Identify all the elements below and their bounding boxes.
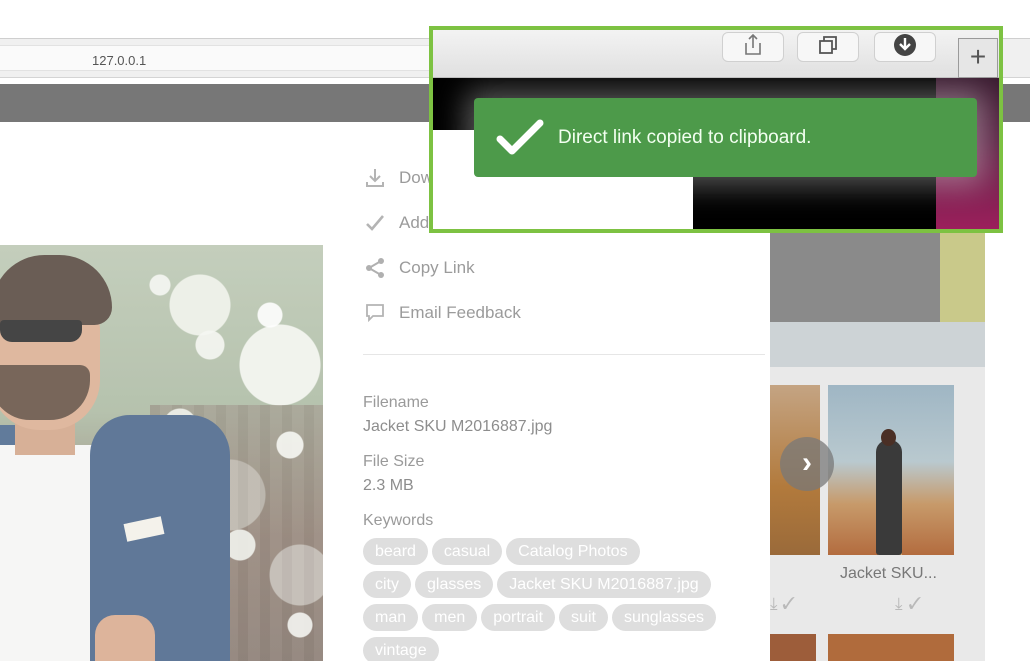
keyword-tag[interactable]: Catalog Photos bbox=[506, 538, 640, 565]
download-icon bbox=[893, 33, 917, 62]
email-feedback-label: Email Feedback bbox=[399, 303, 521, 322]
keyword-tag[interactable]: men bbox=[422, 604, 478, 631]
divider bbox=[363, 354, 765, 355]
photo-veil bbox=[0, 245, 323, 661]
keyword-tag[interactable]: city bbox=[363, 571, 411, 598]
keyword-tag[interactable]: man bbox=[363, 604, 419, 631]
thumb-figure bbox=[876, 440, 902, 555]
tag-row: beard casual Catalog Photos bbox=[363, 538, 763, 565]
keyword-tag[interactable]: Jacket SKU M2016887.jpg bbox=[497, 571, 711, 598]
filesize-label: File Size bbox=[363, 453, 425, 470]
zoom-callout: + Direct link copied to clipboard. bbox=[429, 26, 1003, 233]
gallery-thumbnail[interactable] bbox=[770, 634, 816, 661]
thumbnail-caption: Jacket SKU... bbox=[840, 565, 937, 582]
download-icon bbox=[363, 166, 387, 190]
tag-row: vintage bbox=[363, 637, 763, 661]
checkmark-icon[interactable]: ✓ bbox=[909, 594, 928, 613]
next-arrow-button[interactable]: › bbox=[780, 437, 834, 491]
filesize-value: 2.3 MB bbox=[363, 477, 414, 494]
tabs-button[interactable] bbox=[797, 32, 859, 62]
checkmark-icon[interactable]: ✓ bbox=[782, 594, 795, 613]
keyword-tag[interactable]: suit bbox=[559, 604, 608, 631]
url-text: 127.0.0.1 bbox=[92, 53, 147, 68]
thumb-figure-head bbox=[881, 429, 896, 446]
thumbnail-actions: ⤓ ✓ bbox=[770, 594, 795, 614]
download-icon[interactable]: ⤓ bbox=[895, 594, 909, 613]
keyword-tag[interactable]: vintage bbox=[363, 637, 439, 661]
tag-row: city glasses Jacket SKU M2016887.jpg bbox=[363, 571, 763, 598]
gallery-block bbox=[770, 322, 985, 367]
gallery-thumbnail[interactable] bbox=[828, 634, 954, 661]
keyword-tag[interactable]: portrait bbox=[481, 604, 556, 631]
download-label: Dow bbox=[399, 168, 434, 187]
copy-link-action[interactable]: Copy Link bbox=[363, 255, 475, 281]
clipboard-toast: Direct link copied to clipboard. bbox=[474, 98, 977, 177]
url-field[interactable]: 127.0.0.1 bbox=[0, 45, 440, 71]
page: 127.0.0.1 Jacket SKU... ⤓✓ ⤓ ✓ › Dow Add… bbox=[0, 0, 1030, 661]
add-action[interactable]: Add bbox=[363, 210, 429, 236]
thumbnail-actions: ⤓✓ bbox=[895, 594, 927, 614]
safari-toolbar: + bbox=[433, 30, 999, 78]
share-icon bbox=[363, 256, 387, 280]
toast-message: Direct link copied to clipboard. bbox=[558, 126, 812, 148]
keyword-tag[interactable]: sunglasses bbox=[611, 604, 716, 631]
filename-value: Jacket SKU M2016887.jpg bbox=[363, 418, 553, 435]
keyword-tag[interactable]: beard bbox=[363, 538, 428, 565]
download-icon[interactable]: ⤓ bbox=[770, 594, 778, 613]
share-button[interactable] bbox=[722, 32, 784, 62]
tabs-icon bbox=[818, 35, 838, 60]
keyword-tags: beard casual Catalog Photos city glasses… bbox=[363, 538, 763, 661]
download-action[interactable]: Dow bbox=[363, 165, 433, 191]
checkmark-icon bbox=[363, 211, 387, 235]
email-feedback-action[interactable]: Email Feedback bbox=[363, 300, 521, 326]
checkmark-icon bbox=[496, 119, 552, 157]
gallery-thumbnail[interactable] bbox=[828, 385, 954, 555]
share-icon bbox=[743, 33, 763, 61]
tag-row: man men portrait suit sunglasses bbox=[363, 604, 763, 631]
main-photo bbox=[0, 245, 323, 661]
chevron-right-icon: › bbox=[802, 446, 812, 479]
keyword-tag[interactable]: glasses bbox=[415, 571, 494, 598]
filename-label: Filename bbox=[363, 394, 429, 411]
keyword-tag[interactable]: casual bbox=[431, 538, 503, 565]
new-tab-button[interactable]: + bbox=[958, 38, 998, 78]
copy-link-label: Copy Link bbox=[399, 258, 475, 277]
download-button[interactable] bbox=[874, 32, 936, 62]
keywords-label: Keywords bbox=[363, 512, 434, 529]
add-label: Add bbox=[399, 213, 430, 232]
speech-bubble-icon bbox=[363, 301, 387, 325]
